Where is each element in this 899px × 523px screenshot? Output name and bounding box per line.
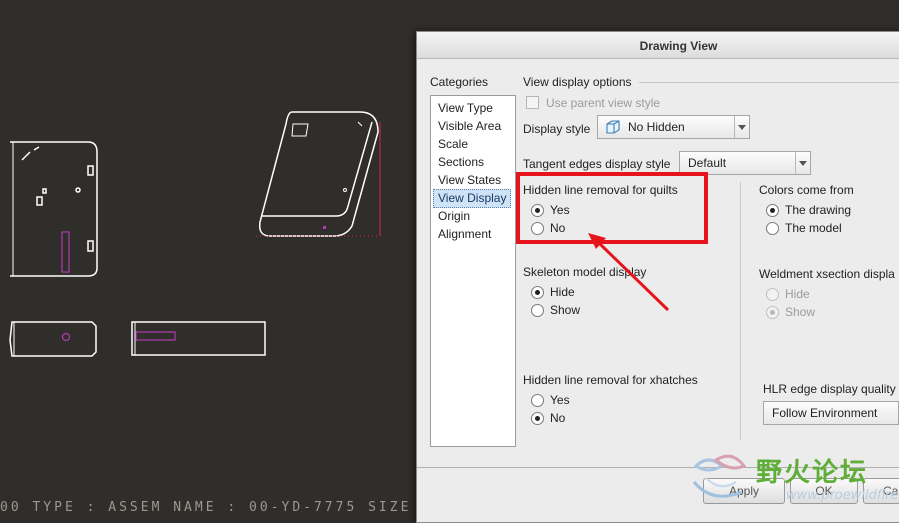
watermark-url: www.proewildfire.cn	[786, 488, 899, 503]
watermark: 野火论坛 www.proewildfire.cn	[686, 450, 899, 516]
watermark-title: 野火论坛	[756, 458, 869, 488]
watermark-logo-icon	[692, 454, 747, 498]
annotation-arrow-icon	[588, 233, 670, 312]
